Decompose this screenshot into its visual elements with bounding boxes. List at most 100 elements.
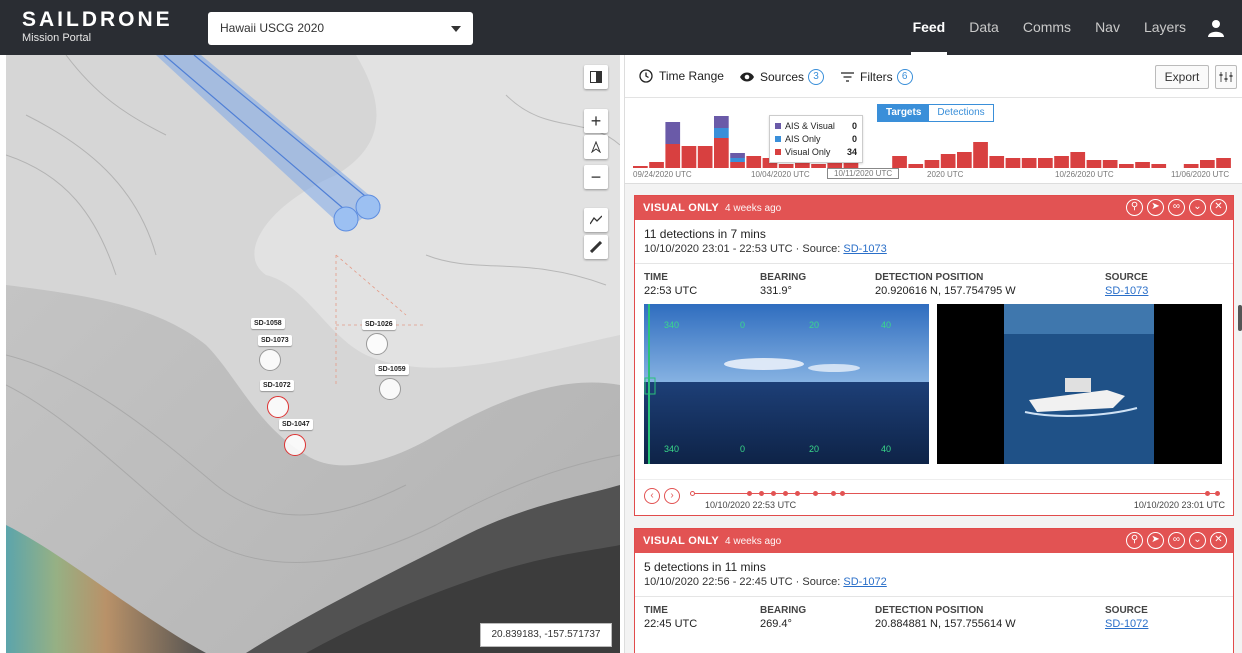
histogram-bar[interactable]	[665, 122, 681, 144]
timeline-dot[interactable]	[795, 491, 800, 496]
timeline-dot[interactable]	[783, 491, 788, 496]
histogram-bar[interactable]	[730, 162, 745, 168]
histogram-bar[interactable]	[649, 162, 664, 168]
pin-icon[interactable]: ⚲	[1126, 199, 1143, 216]
legend-value: 0	[851, 133, 857, 144]
layer-toggle-icon[interactable]	[584, 65, 608, 89]
timeline-dot-current[interactable]	[690, 491, 695, 496]
histogram-bar[interactable]	[730, 158, 745, 162]
source-link[interactable]: SD-1073	[1105, 285, 1148, 297]
link-icon[interactable]: ∞	[1168, 532, 1185, 549]
nav-data[interactable]: Data	[969, 0, 999, 55]
sources-label: Sources	[760, 70, 805, 84]
nav-layers[interactable]: Layers	[1144, 0, 1186, 55]
histogram-bar[interactable]	[1102, 160, 1118, 168]
timeline-dot[interactable]	[771, 491, 776, 496]
histogram-bar[interactable]	[1200, 160, 1215, 168]
histogram-bar[interactable]	[778, 164, 794, 168]
histogram-bar[interactable]	[1216, 158, 1231, 168]
histogram-bar[interactable]	[973, 142, 988, 168]
histogram-bar[interactable]	[1135, 162, 1150, 168]
histogram-bar[interactable]	[892, 156, 907, 168]
detection-card[interactable]: VISUAL ONLY 4 weeks ago ⚲ ➤ ∞ ⌄ ✕ 11 det…	[634, 195, 1234, 516]
histogram-bar[interactable]	[697, 146, 713, 168]
detection-card[interactable]: VISUAL ONLY 4 weeks ago ⚲ ➤ ∞ ⌄ ✕ 5 dete…	[634, 528, 1234, 653]
histogram-bar[interactable]	[714, 138, 729, 168]
timeline-dot[interactable]	[813, 491, 818, 496]
chevron-down-icon[interactable]: ⌄	[1189, 199, 1206, 216]
histogram-bar[interactable]	[746, 156, 762, 168]
zoom-out-icon[interactable]: −	[584, 165, 608, 189]
histogram-bar[interactable]	[1070, 152, 1086, 168]
histogram-bar[interactable]	[730, 153, 745, 158]
histogram-bar[interactable]	[1119, 164, 1134, 168]
position-value: 20.920616 N, 157.754795 W	[875, 285, 1016, 297]
toggle-targets[interactable]: Targets	[878, 105, 930, 121]
histogram-bar[interactable]	[957, 152, 972, 168]
histogram-bar[interactable]	[665, 144, 681, 168]
nav-feed[interactable]: Feed	[910, 0, 947, 55]
sources-button[interactable]: Sources 3	[739, 69, 825, 85]
detection-timeline[interactable]: ‹ › 10/10/2020 22:53 UTC 10/10/2020 23:0…	[635, 479, 1233, 515]
histogram-bar[interactable]	[811, 164, 826, 168]
settings-sliders-icon[interactable]	[1215, 65, 1237, 89]
timeline-dot[interactable]	[831, 491, 836, 496]
legend-row: AIS Only 0	[775, 132, 857, 145]
timeline-dot[interactable]	[1215, 491, 1220, 496]
navigate-icon[interactable]: ➤	[1147, 532, 1164, 549]
histogram-tick-selected[interactable]: 10/11/2020 UTC	[827, 168, 900, 179]
histogram-bar[interactable]	[940, 154, 956, 168]
histogram-mode-toggle[interactable]: Targets Detections	[877, 104, 994, 122]
filters-button[interactable]: Filters 6	[841, 69, 913, 85]
export-button[interactable]: Export	[1155, 65, 1209, 89]
histogram-bar[interactable]	[714, 116, 729, 128]
nav-nav[interactable]: Nav	[1095, 0, 1120, 55]
user-icon[interactable]	[1208, 19, 1224, 37]
time-range-button[interactable]: Time Range	[639, 69, 724, 83]
histogram-bar[interactable]	[1183, 164, 1199, 168]
source-link[interactable]: SD-1072	[843, 576, 886, 588]
histogram-bar[interactable]	[1086, 160, 1102, 168]
histogram-bar[interactable]	[1151, 164, 1167, 168]
timeline-dot[interactable]	[759, 491, 764, 496]
map-view[interactable]: + − SD-1058 SD-1073 SD-1026 SD-1059 SD-1…	[6, 55, 620, 653]
histogram-bar[interactable]	[1038, 158, 1053, 168]
detections-histogram[interactable]: Targets Detections AIS & Visual 0 AIS On…	[625, 98, 1242, 184]
chevron-down-icon[interactable]: ⌄	[1189, 532, 1206, 549]
source-prefix: Source:	[802, 243, 841, 255]
close-icon[interactable]: ✕	[1210, 532, 1227, 549]
main-nav: Feed Data Comms Nav Layers	[889, 0, 1224, 55]
close-icon[interactable]: ✕	[1210, 199, 1227, 216]
histogram-bar[interactable]	[1005, 158, 1021, 168]
track-line-icon[interactable]	[584, 208, 608, 232]
mission-select[interactable]: Hawaii USCG 2020	[208, 12, 473, 45]
source-link[interactable]: SD-1073	[843, 243, 886, 255]
histogram-bar[interactable]	[714, 128, 729, 138]
histogram-bar[interactable]	[908, 164, 924, 168]
saildrone-logo[interactable]: SAILDRONE Mission Portal	[22, 9, 173, 45]
chevron-right-icon[interactable]: ›	[664, 488, 680, 504]
timeline-dot[interactable]	[840, 491, 845, 496]
panel-resize-handle[interactable]	[1238, 305, 1242, 331]
timeline-dot[interactable]	[747, 491, 752, 496]
histogram-bar[interactable]	[924, 160, 940, 168]
ruler-icon[interactable]	[584, 235, 608, 259]
timeline-dot[interactable]	[1205, 491, 1210, 496]
compass-icon[interactable]	[584, 135, 608, 159]
histogram-bar[interactable]	[1021, 158, 1037, 168]
histogram-bar[interactable]	[989, 156, 1005, 168]
link-icon[interactable]: ∞	[1168, 199, 1185, 216]
source-link[interactable]: SD-1072	[1105, 618, 1148, 630]
histogram-bar[interactable]	[633, 166, 648, 168]
zoom-in-icon[interactable]: +	[584, 109, 608, 133]
toggle-detections[interactable]: Detections	[929, 105, 993, 121]
panorama-image[interactable]: 340 0 20 40 340 0 20 40	[644, 304, 929, 464]
histogram-bar[interactable]	[1054, 156, 1069, 168]
pin-icon[interactable]: ⚲	[1126, 532, 1143, 549]
histogram-bar[interactable]	[681, 146, 697, 168]
navigate-icon[interactable]: ➤	[1147, 199, 1164, 216]
legend-value: 34	[846, 146, 857, 157]
chevron-left-icon[interactable]: ‹	[644, 488, 660, 504]
boat-crop-image[interactable]	[937, 304, 1222, 464]
nav-comms[interactable]: Comms	[1023, 0, 1071, 55]
